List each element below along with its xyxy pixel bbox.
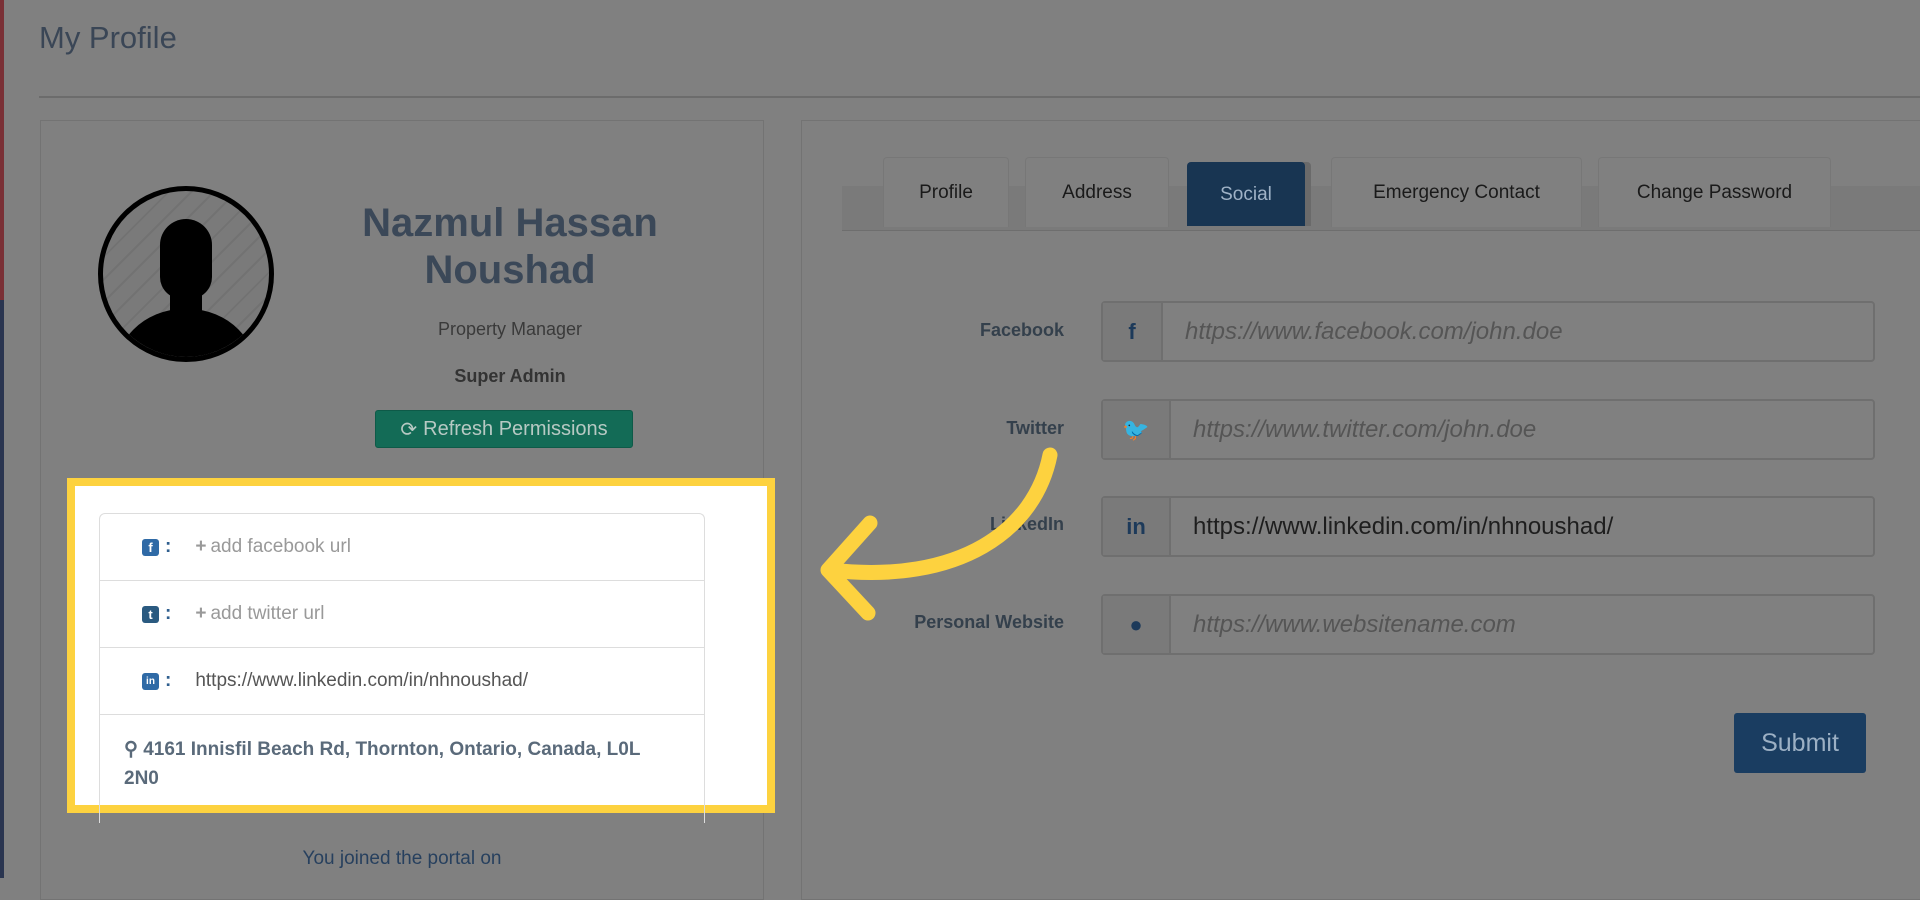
refresh-icon: ⟳ bbox=[400, 418, 418, 441]
twitter-input[interactable]: https://www.twitter.com/john.doe bbox=[1171, 401, 1873, 458]
tab-social[interactable]: Social bbox=[1187, 162, 1305, 226]
social-list: f: + add facebook url t: + add twitter url i… bbox=[99, 513, 705, 823]
add-twitter-link[interactable]: add twitter url bbox=[210, 603, 324, 625]
twitter-icon: 🐦 bbox=[1103, 401, 1171, 458]
twitter-label: Twitter bbox=[1006, 418, 1064, 438]
website-label: Personal Website bbox=[914, 612, 1064, 632]
linkedin-icon: in bbox=[1103, 498, 1171, 555]
website-input-group: ● https://www.websitename.com bbox=[1101, 594, 1875, 655]
list-item-linkedin: in: https://www.linkedin.com/in/nhnoushad… bbox=[100, 648, 704, 715]
facebook-label: Facebook bbox=[979, 320, 1064, 340]
refresh-label: Refresh Permissions bbox=[423, 417, 608, 440]
list-item-twitter: t: + add twitter url bbox=[100, 581, 704, 648]
joined-text: You joined the portal on bbox=[302, 848, 502, 869]
profile-permission: Super Admin bbox=[454, 366, 566, 386]
left-edge bbox=[0, 0, 4, 878]
profile-role: Property Manager bbox=[437, 319, 583, 339]
linkedin-label: LinkedIn bbox=[989, 514, 1064, 534]
add-facebook-link[interactable]: add facebook url bbox=[210, 536, 351, 558]
linkedin-url[interactable]: https://www.linkedin.com/in/nhnoushad/ bbox=[195, 670, 528, 692]
facebook-icon: f bbox=[142, 538, 159, 556]
profile-name: Nazmul Hassan Noushad bbox=[300, 200, 720, 294]
facebook-input[interactable]: https://www.facebook.com/john.doe bbox=[1163, 303, 1873, 360]
globe-icon: ● bbox=[1103, 596, 1171, 653]
address: ⚲ 4161 Innisfil Beach Rd, Thornton, Onta… bbox=[100, 715, 660, 793]
linkedin-input-group: in https://www.linkedin.com/in/nhnoushad/ bbox=[1101, 496, 1875, 557]
facebook-icon: f bbox=[1103, 303, 1163, 360]
linkedin-icon: in bbox=[142, 672, 159, 690]
twitter-input-group: 🐦 https://www.twitter.com/john.doe bbox=[1101, 399, 1875, 460]
submit-button[interactable]: Submit bbox=[1734, 713, 1866, 773]
add-icon: + bbox=[195, 603, 207, 624]
address-text: 4161 Innisfil Beach Rd, Thornton, Ontari… bbox=[124, 739, 641, 789]
tab-address[interactable]: Address bbox=[1025, 157, 1169, 227]
name-line-1: Nazmul Hassan bbox=[362, 201, 658, 245]
tab-profile[interactable]: Profile bbox=[883, 157, 1009, 227]
linkedin-input[interactable]: https://www.linkedin.com/in/nhnoushad/ bbox=[1171, 498, 1873, 555]
name-line-2: Noushad bbox=[424, 248, 596, 292]
page-title: My Profile bbox=[39, 20, 177, 55]
add-icon: + bbox=[195, 536, 207, 557]
avatar bbox=[98, 186, 274, 362]
twitter-icon: t bbox=[142, 605, 159, 623]
list-item-facebook: f: + add facebook url bbox=[100, 514, 704, 581]
highlight-box: f: + add facebook url t: + add twitter url i… bbox=[67, 478, 775, 823]
tab-emergency-contact[interactable]: Emergency Contact bbox=[1331, 157, 1582, 227]
refresh-permissions-button[interactable]: ⟳ Refresh Permissions bbox=[375, 410, 633, 448]
divider bbox=[39, 96, 1920, 98]
tab-change-password[interactable]: Change Password bbox=[1598, 157, 1831, 227]
website-input[interactable]: https://www.websitename.com bbox=[1171, 596, 1873, 653]
facebook-input-group: f https://www.facebook.com/john.doe bbox=[1101, 301, 1875, 362]
map-marker-icon: ⚲ bbox=[124, 739, 144, 760]
